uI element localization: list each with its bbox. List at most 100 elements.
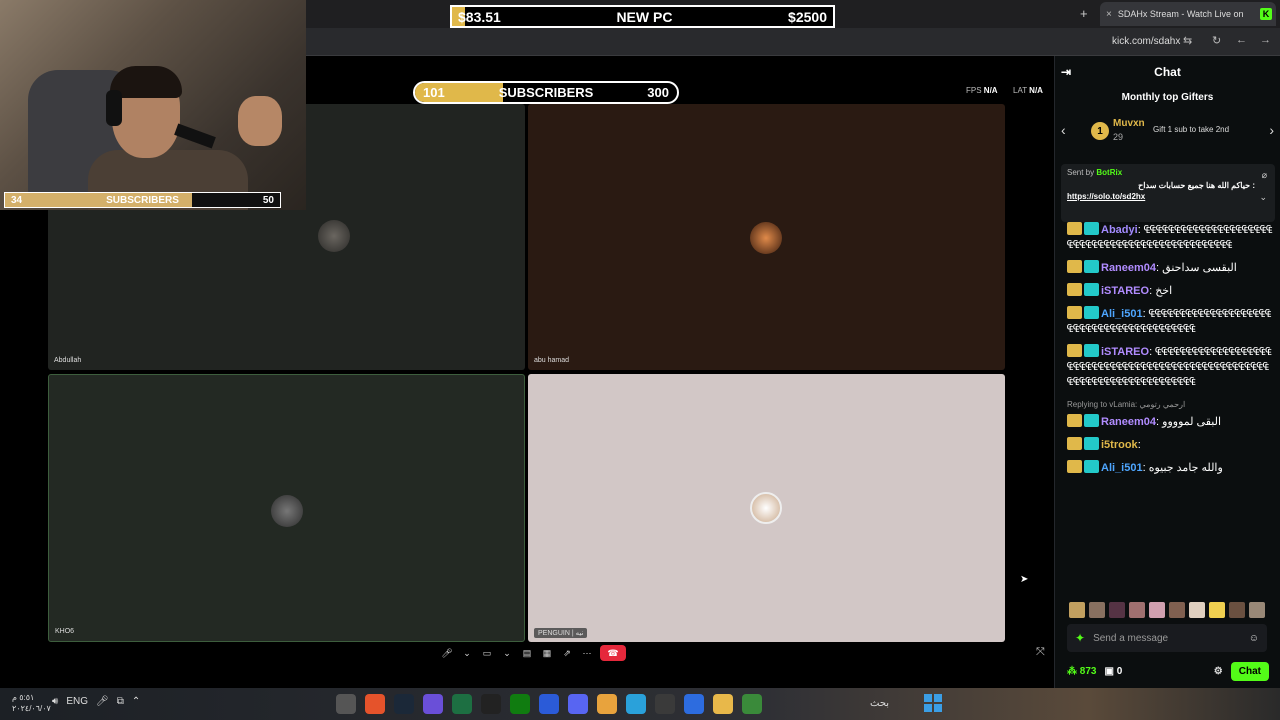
- emote-icon[interactable]: [1149, 602, 1165, 618]
- app-icon[interactable]: [742, 694, 762, 714]
- taskbar-search[interactable]: بحث: [870, 698, 889, 709]
- og-badge-icon: [1084, 222, 1099, 235]
- volume-icon[interactable]: 🔊︎: [52, 696, 58, 707]
- chat-username[interactable]: Raneem04: [1101, 416, 1156, 428]
- reload-icon[interactable]: ↻: [1212, 34, 1221, 47]
- emote-icon[interactable]: [1249, 602, 1265, 618]
- chevron-down-icon[interactable]: ⌄: [500, 646, 514, 660]
- chat-username[interactable]: iSTAREO: [1101, 285, 1149, 297]
- call-tile-abu-hamad[interactable]: abu hamad: [528, 104, 1005, 370]
- hang-up-button[interactable]: ☎: [600, 645, 626, 661]
- expand-icon[interactable]: ⤧: [1036, 646, 1045, 659]
- goal-current: 101: [423, 85, 445, 100]
- gift-sub-cta[interactable]: Gift 1 sub to take 2nd: [1153, 125, 1229, 134]
- goal-label: SUBSCRIBERS: [498, 85, 594, 100]
- forward-icon[interactable]: →: [1260, 34, 1271, 46]
- chat-username[interactable]: i5trook: [1101, 439, 1138, 451]
- logitech-icon[interactable]: [481, 694, 501, 714]
- avatar: [750, 222, 782, 254]
- app-icon[interactable]: [365, 694, 385, 714]
- windows-start-icon[interactable]: [924, 694, 942, 712]
- chat-username[interactable]: Abadyi: [1101, 224, 1138, 236]
- gear-icon[interactable]: ⚙: [1214, 666, 1223, 677]
- chat-message: Abadyi: ₠₠₠₠₠₠₠₠₠₠₠₠₠₠₠₠₠₠₠₠₠₠₠₠₠₠₠₠₠₠₠₠…: [1067, 222, 1273, 251]
- network-icon[interactable]: ⧉: [117, 696, 124, 707]
- call-tile-penguin[interactable]: PENGUIN | نيه: [528, 374, 1005, 642]
- app-icon[interactable]: [423, 694, 443, 714]
- chat-message: i5trook:: [1067, 437, 1273, 453]
- close-tab-icon[interactable]: ×: [1106, 9, 1112, 20]
- emote-icon[interactable]: [1189, 602, 1205, 618]
- chevron-down-icon[interactable]: ⌄: [460, 646, 474, 660]
- folder-icon[interactable]: [713, 694, 733, 714]
- tile-name: PENGUIN | نيه: [534, 628, 588, 638]
- chevron-down-icon[interactable]: ⌄: [1259, 192, 1267, 203]
- crown-badge-icon: [1067, 344, 1082, 357]
- app-icon[interactable]: [539, 694, 559, 714]
- chevron-right-icon[interactable]: ›: [1269, 122, 1274, 138]
- emote-icon[interactable]: [1169, 602, 1185, 618]
- clock[interactable]: ٥:٥١ م ٢٠٢٤/٠٦/٠٧: [12, 692, 51, 714]
- chat-username[interactable]: Ali_i501: [1101, 462, 1143, 474]
- emoji-icon[interactable]: ☺: [1249, 633, 1259, 644]
- chat-username[interactable]: Ali_i501: [1101, 308, 1143, 320]
- camera-icon[interactable]: ▭: [480, 646, 494, 660]
- emote-icon[interactable]: [1129, 602, 1145, 618]
- back-icon[interactable]: ←: [1236, 34, 1247, 46]
- telegram-icon[interactable]: [626, 694, 646, 714]
- og-badge-icon: [1084, 306, 1099, 319]
- chat-username[interactable]: Raneem04: [1101, 262, 1156, 274]
- language-indicator[interactable]: ENG: [66, 696, 88, 707]
- webcam-hand: [238, 96, 282, 146]
- chat-input[interactable]: ✦ Send a message ☺: [1067, 624, 1267, 652]
- emote-icon[interactable]: [1229, 602, 1245, 618]
- call-tile-kho6[interactable]: KHO6: [48, 374, 525, 642]
- crown-badge-icon: [1067, 283, 1082, 296]
- crown-badge-icon: [1067, 460, 1082, 473]
- chat-title: Chat: [1154, 65, 1181, 79]
- og-badge-icon: [1084, 460, 1099, 473]
- chevron-up-icon[interactable]: ⌃: [132, 696, 140, 707]
- unpin-icon[interactable]: ⌀: [1262, 170, 1267, 181]
- steam-icon[interactable]: [394, 694, 414, 714]
- chat-input-placeholder: Send a message: [1093, 632, 1169, 644]
- vpn-icon[interactable]: [336, 694, 356, 714]
- browser-tab[interactable]: × SDAHx Stream - Watch Live on K: [1100, 2, 1276, 26]
- emote-icon[interactable]: [1069, 602, 1085, 618]
- points-count[interactable]: ⁂ 873: [1067, 666, 1096, 677]
- store-icon[interactable]: [655, 694, 675, 714]
- translate-icon[interactable]: ⇆: [1183, 34, 1192, 47]
- emote-icon[interactable]: [1109, 602, 1125, 618]
- url-text[interactable]: kick.com/sdahx: [1112, 36, 1180, 47]
- chat-username[interactable]: iSTAREO: [1101, 346, 1149, 358]
- chevron-left-icon[interactable]: ‹: [1061, 122, 1066, 138]
- emote-icon[interactable]: [1209, 602, 1225, 618]
- latency-readout: LAT N/A: [1013, 86, 1043, 95]
- headphone-icon: [106, 90, 122, 126]
- collapse-chat-icon[interactable]: ⇥: [1061, 65, 1071, 79]
- fps-readout: FPS N/A: [966, 86, 998, 95]
- share-screen-icon[interactable]: ⇗: [560, 646, 574, 660]
- microphone-icon: [174, 123, 216, 149]
- new-tab-button[interactable]: +: [1080, 6, 1088, 21]
- xbox-icon[interactable]: [510, 694, 530, 714]
- grid-icon[interactable]: ▦: [540, 646, 554, 660]
- emote-icon[interactable]: [1089, 602, 1105, 618]
- monthly-gifters: Monthly top Gifters ‹ › 1 Muvxn 29 Gift …: [1055, 92, 1280, 162]
- excel-icon[interactable]: [452, 694, 472, 714]
- app-icon[interactable]: [684, 694, 704, 714]
- gift-count[interactable]: ▣ 0: [1104, 666, 1122, 677]
- chat-panel: ⇥ Chat Monthly top Gifters ‹ › 1 Muvxn 2…: [1054, 56, 1280, 688]
- subscribers-goal-bar: 101 SUBSCRIBERS 300: [413, 81, 679, 104]
- discord-icon[interactable]: [568, 694, 588, 714]
- more-icon[interactable]: ⋯: [580, 646, 594, 660]
- pinned-link[interactable]: https://solo.to/sd2hx: [1067, 192, 1269, 201]
- chat-icon[interactable]: ▤: [520, 646, 534, 660]
- chat-send-button[interactable]: Chat: [1230, 661, 1269, 681]
- goal-target: 300: [647, 85, 669, 100]
- gifter-name[interactable]: Muvxn: [1113, 118, 1145, 129]
- chat-text: البقسى سداحنق: [1162, 262, 1237, 274]
- mic-icon[interactable]: 🎤︎: [440, 646, 454, 660]
- chrome-icon[interactable]: [597, 694, 617, 714]
- mic-icon[interactable]: 🎤︎: [96, 696, 109, 707]
